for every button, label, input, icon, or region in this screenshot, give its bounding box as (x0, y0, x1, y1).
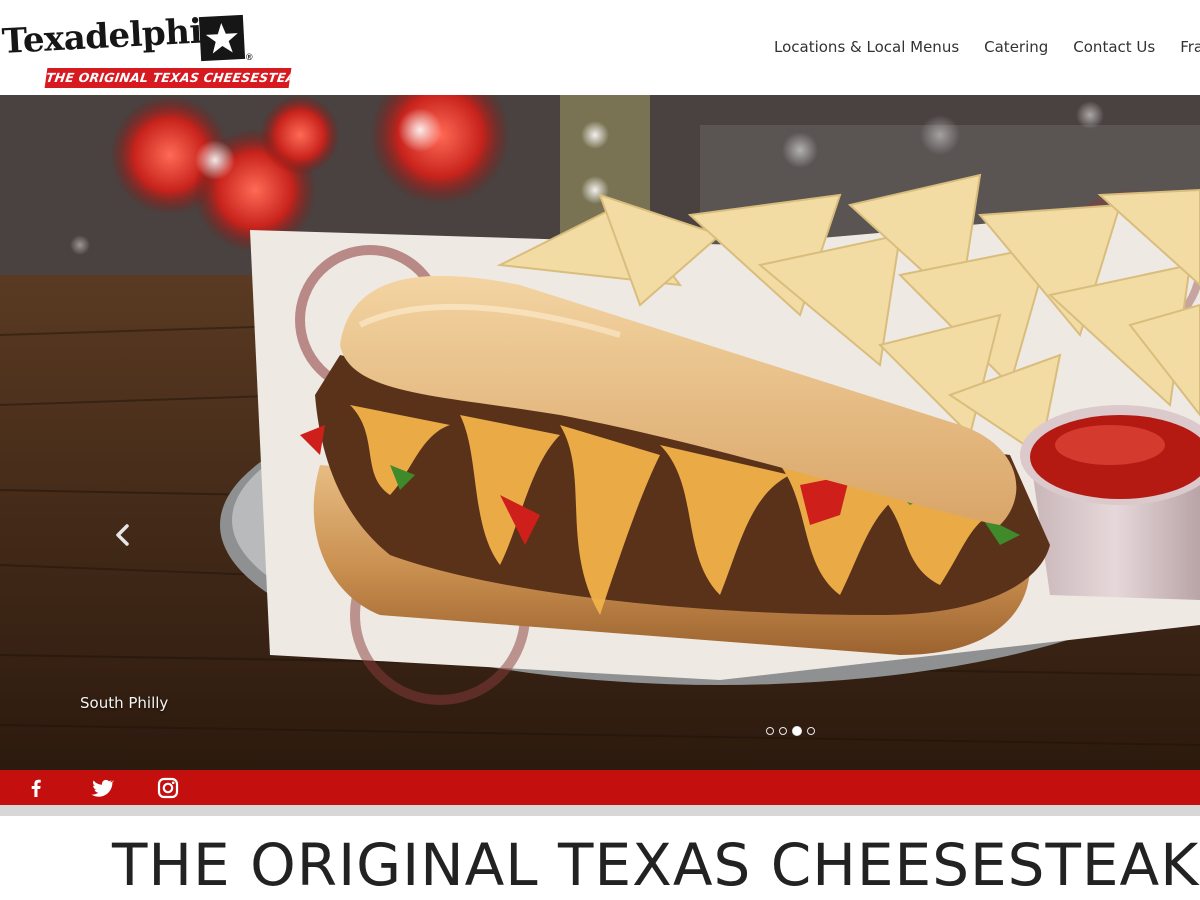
page-headline: THE ORIGINAL TEXAS CHEESESTEAK (112, 831, 1200, 899)
section-divider (0, 805, 1200, 816)
hero-image (0, 95, 1200, 770)
instagram-link[interactable] (156, 776, 180, 800)
instagram-icon (157, 777, 179, 799)
twitter-icon (91, 779, 115, 797)
carousel-indicators (766, 726, 820, 736)
twitter-link[interactable] (90, 776, 115, 800)
carousel-dot-3[interactable] (792, 726, 802, 736)
site-header: Texadelphia ® THE ORIGINAL TEXAS CHEESES… (0, 0, 1200, 95)
nav-item-franchising[interactable]: Franchising (1180, 38, 1200, 56)
facebook-link[interactable] (24, 776, 48, 800)
main-nav: Locations & Local Menus Catering Contact… (774, 38, 1200, 56)
facebook-icon (31, 779, 41, 797)
logo-wordmark: Texadelphia (0, 10, 225, 62)
registered-mark: ® (246, 52, 253, 62)
texadelphia-logo[interactable]: Texadelphia ® THE ORIGINAL TEXAS CHEESES… (0, 10, 300, 90)
carousel-dot-1[interactable] (766, 727, 774, 735)
slide-caption: South Philly (80, 694, 169, 712)
carousel-prev-button[interactable] (108, 520, 138, 550)
hero-carousel: South Philly (0, 95, 1200, 770)
nav-item-contact[interactable]: Contact Us (1073, 38, 1155, 56)
logo-tagline: THE ORIGINAL TEXAS CHEESESTEAK (44, 68, 292, 88)
carousel-dot-4[interactable] (807, 727, 815, 735)
star-icon (198, 14, 246, 62)
nav-item-catering[interactable]: Catering (984, 38, 1048, 56)
social-bar (0, 770, 1200, 805)
nav-item-locations[interactable]: Locations & Local Menus (774, 38, 959, 56)
carousel-dot-2[interactable] (779, 727, 787, 735)
chevron-left-icon (116, 524, 129, 546)
